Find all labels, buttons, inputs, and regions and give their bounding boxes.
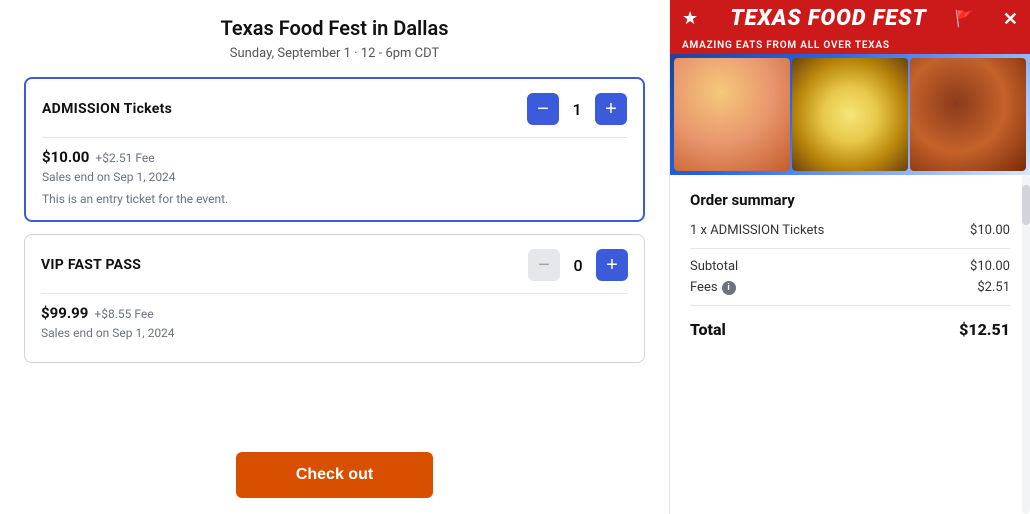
food-image-3 xyxy=(910,58,1026,171)
banner-subtitle: AMAZING EATS FROM ALL OVER TEXAS xyxy=(670,37,1030,54)
vip-price: $99.99 xyxy=(41,304,88,322)
plus-icon: + xyxy=(606,255,618,275)
vip-ticket-name: VIP FAST PASS xyxy=(41,257,141,273)
admission-increase-button[interactable]: + xyxy=(595,93,627,125)
admission-description: This is an entry ticket for the event. xyxy=(42,192,627,206)
order-summary-section: Order summary 1 x ADMISSION Tickets $10.… xyxy=(670,175,1030,514)
plus-icon: + xyxy=(605,99,617,119)
fees-label-group: Fees i xyxy=(690,280,736,295)
admission-sales-end: Sales end on Sep 1, 2024 xyxy=(42,170,627,184)
left-panel: Texas Food Fest in Dallas Sunday, Septem… xyxy=(0,0,670,514)
vip-price-row: $99.99 +$8.55 Fee xyxy=(41,304,628,322)
food-image-2 xyxy=(792,58,908,171)
order-line-value: $10.00 xyxy=(970,223,1010,238)
checkout-button[interactable]: Check out xyxy=(236,452,433,498)
order-fees-row: Fees i $2.51 xyxy=(690,280,1010,295)
admission-price-row: $10.00 +$2.51 Fee xyxy=(42,148,627,166)
vip-decrease-button[interactable]: − xyxy=(528,249,560,281)
vip-ticket-card: VIP FAST PASS − 0 + $99.99 +$8.55 Fee Sa… xyxy=(24,234,645,363)
admission-ticket-header: ADMISSION Tickets − 1 + xyxy=(42,93,627,125)
scrollbar-track[interactable] xyxy=(1022,175,1030,514)
admission-decrease-button[interactable]: − xyxy=(527,93,559,125)
total-value: $12.51 xyxy=(959,320,1010,339)
close-icon: ✕ xyxy=(1003,9,1018,29)
banner-top: ★ TEXAS FOOD FEST 🚩 ✕ xyxy=(670,0,1030,37)
fees-label-text: Fees xyxy=(690,280,718,295)
right-panel: ★ TEXAS FOOD FEST 🚩 ✕ AMAZING EATS FROM … xyxy=(670,0,1030,514)
banner-close-button[interactable]: ✕ xyxy=(1003,10,1018,28)
checkout-bar: Check out xyxy=(24,440,645,498)
event-title: Texas Food Fest in Dallas xyxy=(24,16,645,40)
admission-fee: +$2.51 Fee xyxy=(95,151,154,165)
total-label: Total xyxy=(690,320,726,339)
minus-icon: − xyxy=(538,255,550,275)
event-banner: ★ TEXAS FOOD FEST 🚩 ✕ AMAZING EATS FROM … xyxy=(670,0,1030,175)
order-line-label: 1 x ADMISSION Tickets xyxy=(690,223,824,238)
food-image-1 xyxy=(674,58,790,171)
admission-ticket-name: ADMISSION Tickets xyxy=(42,101,172,117)
order-total-row: Total $12.51 xyxy=(690,316,1010,339)
fees-value: $2.51 xyxy=(977,280,1010,295)
subtotal-label: Subtotal xyxy=(690,259,738,274)
vip-qty-control: − 0 + xyxy=(528,249,628,281)
vip-sales-end: Sales end on Sep 1, 2024 xyxy=(41,326,628,340)
vip-fee: +$8.55 Fee xyxy=(94,307,153,321)
admission-qty-control: − 1 + xyxy=(527,93,627,125)
order-divider-1 xyxy=(690,248,1010,249)
admission-ticket-card: ADMISSION Tickets − 1 + $10.00 +$2.51 Fe… xyxy=(24,77,645,222)
admission-quantity: 1 xyxy=(569,100,585,119)
order-subtotal-row: Subtotal $10.00 xyxy=(690,259,1010,274)
vip-divider xyxy=(41,293,628,294)
minus-icon: − xyxy=(537,99,549,119)
fees-info-icon[interactable]: i xyxy=(722,281,736,295)
star-icon: ★ xyxy=(682,8,698,29)
vip-quantity: 0 xyxy=(570,256,586,275)
order-line-item: 1 x ADMISSION Tickets $10.00 xyxy=(690,223,1010,238)
admission-price: $10.00 xyxy=(42,148,89,166)
banner-title: TEXAS FOOD FEST xyxy=(730,6,926,31)
admission-divider xyxy=(42,137,627,138)
scrollbar-thumb xyxy=(1022,185,1030,225)
flag-icon: 🚩 xyxy=(955,9,975,28)
banner-images xyxy=(670,54,1030,175)
vip-ticket-header: VIP FAST PASS − 0 + xyxy=(41,249,628,281)
order-divider-2 xyxy=(690,305,1010,306)
order-summary-title: Order summary xyxy=(690,191,1010,209)
subtotal-value: $10.00 xyxy=(970,259,1010,274)
event-date: Sunday, September 1 · 12 - 6pm CDT xyxy=(24,46,645,61)
vip-increase-button[interactable]: + xyxy=(596,249,628,281)
